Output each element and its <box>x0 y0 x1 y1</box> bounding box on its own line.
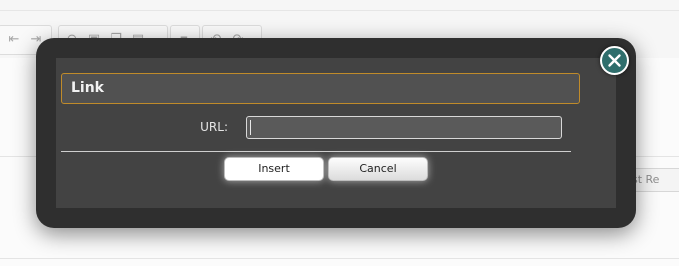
content-divider-bottom <box>0 258 679 259</box>
dialog-divider <box>61 151 571 152</box>
text-caret <box>250 120 251 135</box>
toolbar-divider <box>0 10 679 11</box>
close-icon <box>608 54 621 67</box>
insert-button[interactable]: Insert <box>224 157 324 181</box>
link-dialog: Link URL: Insert Cancel <box>36 38 636 228</box>
url-input[interactable] <box>246 116 562 139</box>
cancel-button[interactable]: Cancel <box>328 157 428 181</box>
url-label: URL: <box>200 120 228 134</box>
close-button[interactable] <box>600 46 629 75</box>
dialog-title: Link <box>61 73 580 104</box>
outdent-icon[interactable]: ⇤ <box>6 33 22 47</box>
